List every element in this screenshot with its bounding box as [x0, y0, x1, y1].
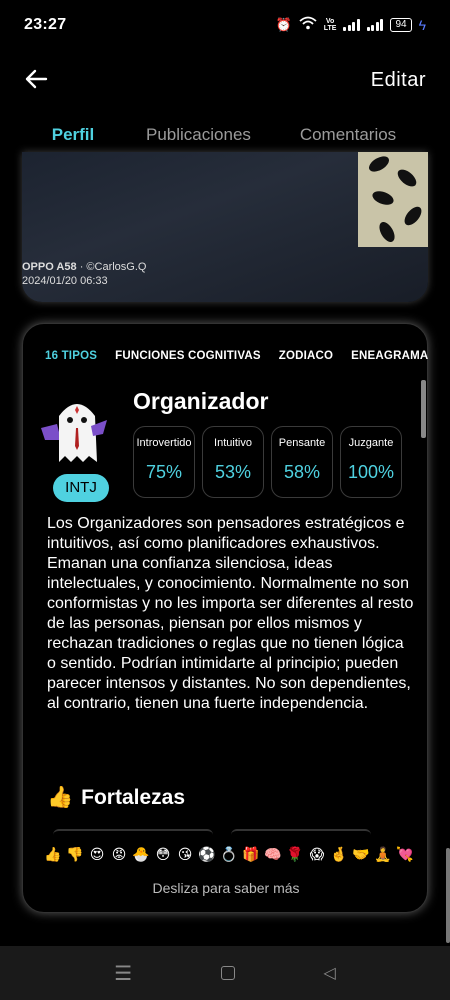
signal-icon: [343, 19, 360, 31]
tab-publicaciones[interactable]: Publicaciones: [146, 125, 251, 145]
reaction-emoji[interactable]: 👍: [43, 846, 63, 863]
profile-tabs: Perfil Publicaciones Comentarios: [0, 118, 450, 152]
subtab-funciones-cognitivas[interactable]: FUNCIONES COGNITIVAS: [115, 350, 261, 362]
alarm-off-icon: ⏰: [275, 17, 292, 32]
arrow-left-icon[interactable]: [24, 66, 48, 94]
trait-intuitivo: Intuitivo 53%: [202, 426, 264, 498]
trait-juzgante: Juzgante 100%: [340, 426, 402, 498]
photo-watermark: OPPO A58 · ©CarlosG.Q 2024/01/20 06:33: [22, 261, 147, 287]
status-time: 23:27: [24, 16, 67, 33]
reaction-emoji[interactable]: 🧘: [373, 846, 393, 863]
reaction-emoji[interactable]: 🌹: [285, 846, 305, 863]
reaction-emoji[interactable]: 🐣: [131, 846, 151, 863]
system-nav-bar: ☰ ◁: [0, 946, 450, 1000]
recents-icon[interactable]: ☰: [114, 961, 132, 986]
reaction-emoji[interactable]: 🤝: [351, 846, 371, 863]
reaction-emoji[interactable]: 🎁: [241, 846, 261, 863]
type-code-badge: INTJ: [53, 474, 109, 502]
reaction-emoji[interactable]: 💍: [219, 846, 239, 863]
personality-subtabs: 16 TIPOS FUNCIONES COGNITIVAS ZODIACO EN…: [45, 350, 428, 362]
trait-introvertido: Introvertido 75%: [133, 426, 195, 498]
reaction-bar: 👍 👎 😍 😡 🐣 😳 😘 ⚽ 💍 🎁 🧠 🌹 😱 🤞 🤝 🧘 💘: [43, 846, 415, 863]
type-name: Organizador: [133, 388, 269, 414]
photo-post[interactable]: OPPO A58 · ©CarlosG.Q 2024/01/20 06:33: [22, 152, 428, 302]
status-icons: ⏰ Vo LTE 94 ϟ: [276, 16, 426, 35]
reaction-emoji[interactable]: 👎: [65, 846, 85, 863]
reaction-emoji[interactable]: 😍: [87, 846, 107, 863]
reaction-emoji[interactable]: 😡: [109, 846, 129, 863]
personality-card: 16 TIPOS FUNCIONES COGNITIVAS ZODIACO EN…: [22, 323, 428, 913]
reaction-emoji[interactable]: 😘: [175, 846, 195, 863]
reaction-emoji[interactable]: 😱: [307, 846, 327, 863]
charging-icon: ϟ: [418, 17, 426, 33]
reaction-emoji[interactable]: 🧠: [263, 846, 283, 863]
reaction-emoji[interactable]: 🤞: [329, 846, 349, 863]
battery-icon: 94: [390, 18, 412, 32]
trait-pensante: Pensante 58%: [271, 426, 333, 498]
strengths-heading: 👍 Fortalezas: [47, 786, 185, 810]
edit-button[interactable]: Editar: [371, 69, 426, 92]
status-bar: 23:27 ⏰ Vo LTE 94 ϟ: [0, 0, 450, 50]
traits-row: Introvertido 75% Intuitivo 53% Pensante …: [133, 426, 402, 498]
reaction-emoji[interactable]: 😳: [153, 846, 173, 863]
reaction-emoji[interactable]: ⚽: [197, 846, 217, 863]
back-triangle-icon[interactable]: ◁: [323, 963, 335, 983]
reaction-emoji[interactable]: 💘: [395, 846, 415, 863]
wifi-icon: [299, 16, 317, 35]
top-bar: Editar: [0, 60, 450, 100]
swipe-hint: Desliza para saber más: [152, 880, 300, 896]
thumbs-up-icon: 👍: [47, 786, 74, 809]
scrollbar[interactable]: [421, 380, 426, 438]
type-description: Los Organizadores son pensadores estraté…: [47, 515, 414, 712]
home-icon[interactable]: [220, 966, 235, 980]
ghost-mascot-icon: [37, 396, 117, 468]
strengths-cards-peek: [53, 829, 383, 839]
tab-perfil[interactable]: Perfil: [0, 125, 146, 145]
strengths-title: Fortalezas: [81, 786, 186, 809]
photo-leaves: [358, 152, 428, 247]
subtab-zodiaco[interactable]: ZODIACO: [279, 350, 333, 362]
subtab-eneagrama[interactable]: ENEAGRAMA: [351, 350, 428, 362]
tab-comentarios[interactable]: Comentarios: [246, 125, 450, 145]
volte-icon: Vo LTE: [323, 18, 337, 32]
page-scrollbar[interactable]: [446, 848, 450, 943]
signal-icon-2: [366, 19, 384, 31]
subtab-16-tipos[interactable]: 16 TIPOS: [45, 350, 97, 362]
